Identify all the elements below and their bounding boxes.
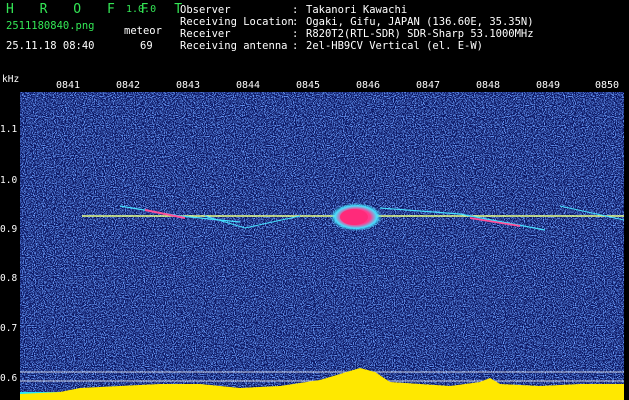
info-value: Takanori Kawachi: [306, 4, 408, 16]
timestamp-label: 25.11.18 08:40: [6, 40, 95, 52]
meteor-head-core: [340, 209, 368, 225]
station-info: Observer : Takanori Kawachi Receiving Lo…: [180, 4, 534, 52]
time-tick: 0847: [415, 80, 441, 91]
time-tick: 0843: [175, 80, 201, 91]
frequency-tick: 0.8: [0, 273, 18, 284]
info-separator: :: [292, 16, 299, 28]
info-key: Receiving antenna: [180, 40, 288, 52]
time-tick: 0844: [235, 80, 261, 91]
info-value: Ogaki, Gifu, JAPAN (136.60E, 35.35N): [306, 16, 534, 28]
info-value: 2el-HB9CV Vertical (el. E-W): [306, 40, 484, 52]
time-tick: 0849: [535, 80, 561, 91]
app-title: H R O F F T: [6, 2, 192, 17]
time-tick: 0845: [295, 80, 321, 91]
info-row-antenna: Receiving antenna : 2el-HB9CV Vertical (…: [180, 40, 534, 52]
noise-texture: [20, 92, 624, 400]
meteor-label: meteor: [124, 25, 162, 37]
frequency-tick: 0.6: [0, 373, 18, 384]
time-tick: 0841: [55, 80, 81, 91]
time-tick: 0848: [475, 80, 501, 91]
info-separator: :: [292, 40, 299, 52]
info-key: Receiver: [180, 28, 231, 40]
frequency-tick: 1.0: [0, 175, 18, 186]
frequency-tick: 1.1: [0, 124, 18, 135]
frequency-unit-label: kHz: [2, 74, 20, 85]
info-separator: :: [292, 4, 299, 16]
info-key: Observer: [180, 4, 231, 16]
info-key: Receiving Location: [180, 16, 294, 28]
frequency-tick: 0.9: [0, 224, 18, 235]
time-tick: 0842: [115, 80, 141, 91]
info-row-location: Receiving Location : Ogaki, Gifu, JAPAN …: [180, 16, 534, 28]
time-tick: 0846: [355, 80, 381, 91]
time-axis: 0841 0842 0843 0844 0845 0846 0847 0848 …: [0, 80, 629, 92]
meteor-count: 69: [140, 40, 153, 52]
frequency-tick: 0.7: [0, 323, 18, 334]
info-row-receiver: Receiver : R820T2(RTL-SDR) SDR-Sharp 53.…: [180, 28, 534, 40]
filename-label: 2511180840.png: [6, 20, 95, 32]
info-separator: :: [292, 28, 299, 40]
info-row-observer: Observer : Takanori Kawachi: [180, 4, 534, 16]
time-tick: 0850: [594, 80, 620, 91]
app-version: 1.0.0: [126, 4, 157, 15]
spectrogram: [20, 92, 624, 400]
info-value: R820T2(RTL-SDR) SDR-Sharp 53.1000MHz: [306, 28, 534, 40]
header-panel: H R O F F T 1.0.0 2511180840.png 25.11.1…: [0, 0, 629, 72]
